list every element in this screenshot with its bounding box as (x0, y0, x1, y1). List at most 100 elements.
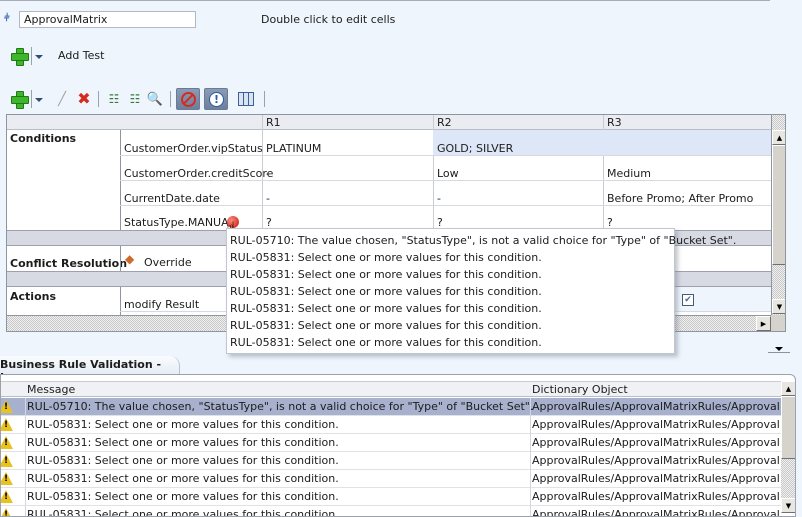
log-message: RUL-05831: Select one or more values for… (27, 418, 339, 431)
add-test-separator (31, 47, 32, 65)
exclamation-icon: ! (209, 92, 224, 107)
edit-icon[interactable]: ╱ (53, 90, 71, 108)
column-header-r3[interactable]: R3 (607, 116, 622, 129)
toolbar-separator (98, 91, 99, 107)
column-separator (530, 434, 531, 452)
log-row[interactable]: RUL-05831: Select one or more values for… (1, 434, 781, 452)
column-header-r1[interactable]: R1 (266, 116, 281, 129)
log-row[interactable]: RUL-05710: The value chosen, "StatusType… (1, 398, 781, 416)
log-row[interactable]: RUL-05831: Select one or more values for… (1, 452, 781, 470)
log-tab[interactable]: Business Rule Validation - Log (0, 356, 180, 384)
table-vertical-scrollbar[interactable]: ▲ ▼ (771, 115, 785, 315)
toolbar-separator (264, 91, 265, 107)
toolbar-separator (31, 90, 32, 108)
warning-icon (1, 436, 13, 449)
condition-cell[interactable]: Before Promo; After Promo (607, 192, 753, 205)
log-dictionary-object: ApprovalRules/ApprovalMatrixRules/Approv… (532, 436, 780, 449)
condition-cell[interactable]: Medium (607, 167, 651, 180)
compact-table-icon[interactable] (238, 92, 254, 106)
log-header: Message Dictionary Object (1, 381, 781, 397)
column-separator (530, 452, 531, 470)
insert-column-icon[interactable]: ☷ (126, 90, 144, 108)
log-message: RUL-05710: The value chosen, "StatusType… (27, 400, 534, 413)
log-row[interactable]: RUL-05831: Select one or more values for… (1, 470, 781, 488)
warning-icon (1, 472, 13, 485)
validation-toggle[interactable]: ! (204, 88, 228, 110)
column-separator (25, 434, 26, 452)
action-checkbox[interactable]: ✔ (682, 294, 694, 306)
scroll-corner (771, 315, 785, 331)
condition-name[interactable]: CustomerOrder.vipStatus (124, 142, 263, 155)
toolbar-separator (170, 91, 171, 107)
add-dropdown-icon[interactable] (35, 98, 43, 102)
log-message: RUL-05831: Select one or more values for… (27, 508, 339, 517)
log-dictionary-object: ApprovalRules/ApprovalMatrixRules/Approv… (532, 454, 780, 467)
log-scroll-up-button[interactable]: ▲ (781, 381, 795, 396)
popup-error-line: RUL-05831: Select one or more values for… (230, 302, 542, 315)
condition-cell[interactable]: PLATINUM (266, 142, 321, 155)
popup-error-line: RUL-05710: The value chosen, "StatusType… (230, 234, 737, 247)
scroll-down-button[interactable]: ▼ (772, 299, 785, 314)
popup-error-line: RUL-05831: Select one or more values for… (230, 251, 542, 264)
row-divider (120, 180, 771, 181)
condition-cell[interactable]: Low (437, 167, 459, 180)
find-icon[interactable]: 🔍 (146, 90, 164, 108)
conditions-section-label: Conditions (10, 132, 77, 145)
action-name[interactable]: modify Result (124, 298, 199, 311)
column-separator (25, 452, 26, 470)
scroll-up-button[interactable]: ▲ (772, 130, 785, 145)
condition-cell[interactable]: GOLD; SILVER (437, 142, 513, 155)
column-separator (530, 398, 531, 416)
log-vertical-scrollbar[interactable]: ▲ ▼ (781, 381, 795, 513)
column-separator (530, 470, 531, 488)
collapse-expand-icon[interactable]: ⫩ (4, 13, 14, 25)
conflict-resolution-label: Conflict Resolution (10, 257, 128, 270)
condition-cell[interactable]: - (266, 167, 270, 180)
warning-icon (1, 508, 13, 516)
popup-error-line: RUL-05831: Select one or more values for… (230, 268, 542, 281)
delete-icon[interactable]: ✖ (75, 90, 93, 108)
scroll-right-button[interactable]: ▶ (756, 316, 771, 331)
condition-name[interactable]: StatusType.MANUAL (124, 216, 235, 229)
log-scroll-thumb[interactable] (781, 396, 795, 459)
add-test-plus-icon[interactable] (11, 48, 29, 66)
decision-table-name-input[interactable] (19, 11, 196, 28)
panel-collapse-button[interactable] (768, 347, 790, 353)
popup-error-line: RUL-05831: Select one or more values for… (230, 285, 542, 298)
add-test-label[interactable]: Add Test (58, 49, 104, 62)
condition-cell[interactable]: - (437, 192, 441, 205)
warning-icon (1, 418, 13, 431)
log-message: RUL-05831: Select one or more values for… (27, 436, 339, 449)
column-separator (25, 470, 26, 488)
condition-cell[interactable]: - (266, 192, 270, 205)
log-column-dictionary-object[interactable]: Dictionary Object (532, 383, 628, 396)
add-column-icon[interactable]: ☷ (105, 90, 123, 108)
scroll-thumb[interactable] (772, 145, 785, 265)
log-column-message[interactable]: Message (27, 383, 75, 396)
override-icon: ◆ (125, 252, 135, 266)
add-test-dropdown-icon[interactable] (35, 55, 43, 59)
validation-log-table: Message Dictionary Object RUL-05710: The… (0, 374, 796, 517)
label-separator (120, 246, 121, 271)
condition-name[interactable]: CurrentDate.date (124, 192, 220, 205)
conflict-resolution-value[interactable]: Override (144, 256, 192, 269)
add-icon[interactable] (11, 91, 29, 109)
column-separator (25, 488, 26, 506)
column-header-r2[interactable]: R2 (437, 116, 452, 129)
log-row[interactable]: RUL-05831: Select one or more values for… (1, 416, 781, 434)
edit-hint-text: Double click to edit cells (261, 13, 396, 26)
log-dictionary-object: ApprovalRules/ApprovalMatrixRules/Approv… (532, 418, 780, 431)
log-row[interactable]: RUL-05831: Select one or more values for… (1, 488, 781, 506)
column-separator (25, 398, 26, 416)
log-row[interactable]: RUL-05831: Select one or more values for… (1, 506, 781, 517)
validation-error-popup: RUL-05710: The value chosen, "StatusType… (226, 228, 737, 354)
log-scroll-down-button[interactable]: ▼ (781, 498, 795, 513)
condition-name[interactable]: CustomerOrder.creditScore (124, 167, 273, 180)
log-message: RUL-05831: Select one or more values for… (27, 490, 339, 503)
show-conflicts-toggle[interactable] (176, 88, 200, 110)
row-divider (120, 205, 771, 206)
column-separator (530, 416, 531, 434)
log-dictionary-object: ApprovalRules/ApprovalMatrixRules/Approv… (532, 490, 780, 503)
warning-icon (1, 454, 13, 467)
actions-section-label: Actions (10, 290, 56, 303)
